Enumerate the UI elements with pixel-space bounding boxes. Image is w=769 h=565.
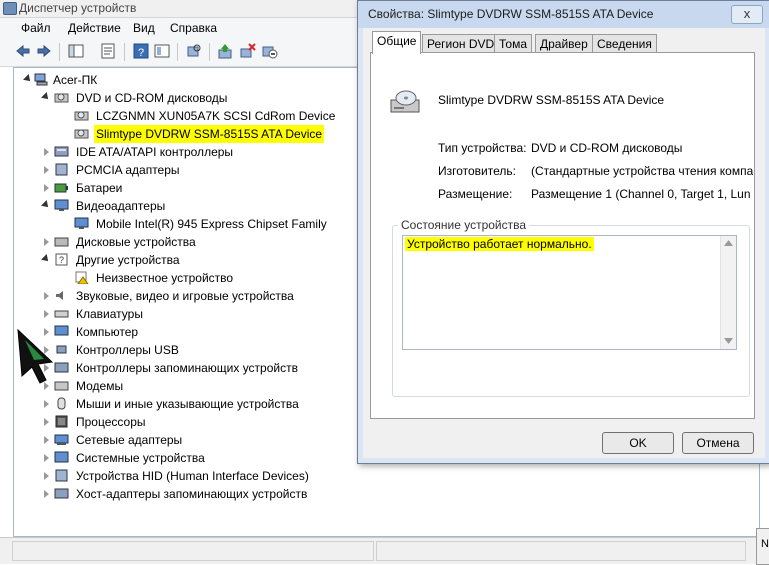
device-status-box[interactable]: Устройство работает нормально. — [402, 235, 737, 350]
cancel-button[interactable]: Отмена — [682, 432, 754, 454]
properties-dialog: Свойства: Slimtype DVDRW SSM-8515S ATA D… — [357, 0, 769, 464]
dvd-drive-icon — [74, 129, 89, 139]
processor-icon — [55, 415, 68, 428]
pcmcia-icon — [55, 163, 68, 176]
dvd-drive-icon — [54, 93, 69, 103]
disable-device-icon[interactable] — [262, 43, 278, 59]
dvd-drive-icon — [74, 111, 89, 121]
status-pane-2 — [376, 541, 746, 561]
device-status-group-label: Состояние устройства — [398, 218, 530, 232]
display-adapter-icon — [54, 199, 69, 211]
device-manager-title: Диспетчер устройств — [19, 1, 137, 15]
speaker-icon — [56, 291, 63, 300]
dialog-title-bar[interactable]: Свойства: Slimtype DVDRW SSM-8515S ATA D… — [358, 1, 769, 28]
dvd-drive-icon — [390, 90, 420, 113]
menu-file[interactable]: Файл — [21, 21, 51, 35]
device-name: Slimtype DVDRW SSM-8515S ATA Device — [438, 93, 665, 107]
scroll-down-icon[interactable] — [724, 338, 733, 344]
manufacturer-label: Изготовитель: — [438, 164, 516, 178]
menu-help[interactable]: Справка — [170, 21, 217, 35]
monitor-icon — [54, 325, 69, 336]
display-adapter-icon — [74, 217, 89, 229]
ok-button[interactable]: OK — [602, 432, 674, 454]
properties-icon[interactable] — [100, 43, 116, 59]
tab-volumes[interactable]: Тома — [494, 34, 532, 53]
background-window-fragment[interactable]: N — [756, 528, 769, 565]
device-manager-icon — [3, 2, 17, 15]
keyboard-icon — [54, 310, 69, 318]
mouse-icon — [57, 397, 66, 410]
close-icon: x — [743, 6, 751, 21]
controller-icon — [54, 146, 69, 157]
usb-icon — [56, 345, 67, 354]
location-label: Размещение: — [438, 187, 513, 201]
tab-details[interactable]: Сведения — [592, 34, 657, 53]
scroll-up-icon[interactable] — [724, 240, 733, 246]
tab-dvd-region[interactable]: Регион DVD — [422, 34, 500, 53]
device-type-label: Тип устройства: — [438, 141, 527, 155]
battery-icon — [54, 183, 68, 193]
menu-action[interactable]: Действие — [68, 21, 121, 35]
manufacturer-value: (Стандартные устройства чтения компакт-д — [531, 164, 753, 178]
storage-controller-icon — [54, 362, 69, 373]
device-status-text: Устройство работает нормально. — [405, 237, 594, 251]
view-icon[interactable] — [154, 43, 170, 59]
general-tab-panel: Slimtype DVDRW SSM-8515S ATA Device Тип … — [370, 52, 755, 419]
scan-hardware-icon[interactable] — [186, 43, 202, 59]
svg-text:?: ? — [138, 47, 144, 59]
system-device-icon — [54, 451, 69, 463]
dialog-title: Свойства: Slimtype DVDRW SSM-8515S ATA D… — [368, 7, 654, 21]
uninstall-icon[interactable] — [240, 43, 256, 59]
computer-icon — [34, 73, 48, 86]
forward-icon[interactable] — [36, 43, 52, 59]
svg-text:?: ? — [59, 255, 64, 265]
status-pane-1 — [12, 541, 374, 561]
status-bar — [0, 537, 769, 564]
tab-general[interactable]: Общие — [372, 31, 422, 54]
dialog-body: Общие Регион DVD Тома Драйвер Сведения S… — [363, 28, 765, 458]
unknown-device-icon: ? — [55, 253, 68, 266]
location-value: Размещение 1 (Channel 0, Target 1, Lun 0… — [531, 187, 753, 201]
menu-view[interactable]: Вид — [133, 21, 155, 35]
modem-icon — [54, 381, 69, 391]
hid-icon — [55, 469, 68, 482]
mouse-cursor-icon — [17, 328, 54, 384]
warning-device-icon — [75, 271, 89, 284]
show-hide-tree-icon[interactable] — [68, 43, 84, 59]
close-button[interactable]: x — [731, 5, 763, 24]
network-adapter-icon — [54, 434, 69, 445]
status-scrollbar[interactable] — [720, 236, 736, 349]
disk-drive-icon — [54, 237, 69, 247]
device-type-value: DVD и CD-ROM дисководы — [531, 141, 683, 155]
tab-driver[interactable]: Драйвер — [535, 34, 593, 53]
update-driver-icon[interactable] — [217, 43, 233, 59]
host-adapter-icon — [54, 488, 69, 499]
back-icon[interactable] — [15, 43, 31, 59]
help-icon[interactable]: ? — [133, 43, 149, 59]
